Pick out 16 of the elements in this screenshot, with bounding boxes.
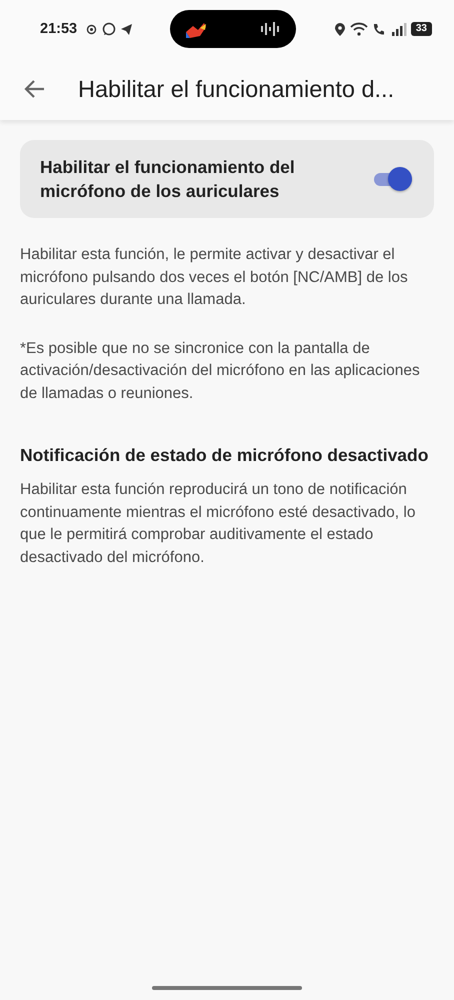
paper-plane-icon bbox=[120, 22, 134, 36]
description-text: Habilitar esta función, le permite activar y desactivar el micrófono pulsando dos veces el botón [NC/AMB] de los auriculares durante una llamada. bbox=[20, 245, 409, 310]
page-title: Habilitar el funcionamiento d... bbox=[78, 76, 394, 102]
chat-bubble-icon bbox=[102, 22, 116, 36]
toggle-switch[interactable] bbox=[372, 166, 414, 192]
signal-icon bbox=[390, 22, 407, 36]
section-heading: Notificación de estado de micrófono desactivado bbox=[20, 444, 430, 467]
battery-level: 33 bbox=[410, 22, 432, 36]
wifi-icon bbox=[350, 22, 368, 36]
status-time: 21:53 bbox=[40, 21, 78, 37]
description-text: *Es posible que no se sincronice con la pantalla de activación/desactivación del micrófono en las aplicaciones de llamadas o reuniones. bbox=[20, 338, 421, 404]
phone-call-icon bbox=[372, 22, 387, 36]
location-target-icon bbox=[85, 22, 98, 36]
location-pin-icon bbox=[334, 22, 346, 36]
setting-label: Habilitar el funcionamiento del micrófono de los auriculares bbox=[40, 156, 296, 203]
section-description: Habilitar esta función reproducirá un tono de notificación continuamente mientras el micrófono esté desactivado, lo que le permitirá comprobar auditivamente el estado desactivado del micrófono. bbox=[20, 480, 416, 568]
